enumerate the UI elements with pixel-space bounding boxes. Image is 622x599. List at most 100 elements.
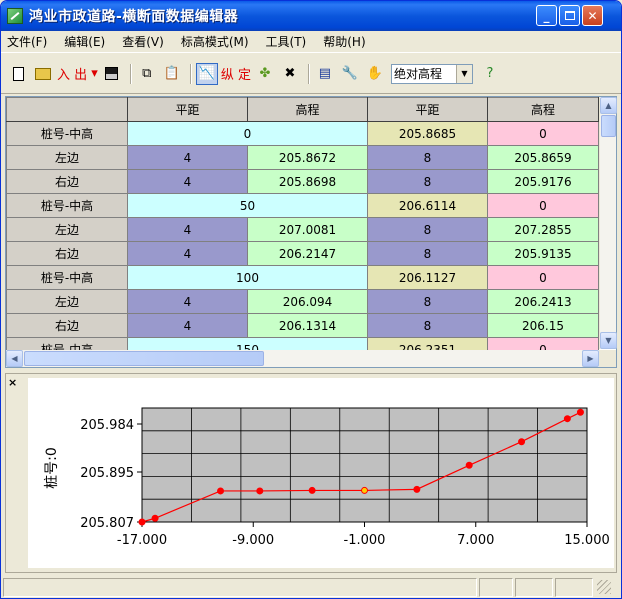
- y-axis-label: 桩号:0: [43, 447, 60, 489]
- help-icon: ?: [486, 66, 494, 81]
- column-header[interactable]: 高程: [247, 97, 368, 122]
- column-header[interactable]: 高程: [487, 97, 599, 122]
- center-elevation-cell[interactable]: 205.8685: [367, 121, 488, 146]
- table-row: 右边 4 205.8698 8 205.9176: [6, 169, 599, 194]
- paste-icon: 📋: [163, 66, 180, 81]
- status-bar: [1, 576, 621, 598]
- station-cell[interactable]: 50: [127, 193, 368, 218]
- row-header[interactable]: 左边: [6, 145, 128, 170]
- new-file-button[interactable]: [7, 63, 29, 85]
- row-header[interactable]: 左边: [6, 289, 128, 314]
- scroll-right-button[interactable]: ▶: [582, 350, 599, 367]
- column-header[interactable]: 平距: [127, 97, 248, 122]
- elevation-cell[interactable]: 207.2855: [487, 217, 599, 242]
- offset-cell[interactable]: 4: [127, 169, 248, 194]
- column-header[interactable]: 平距: [367, 97, 488, 122]
- menu-edit[interactable]: 编辑(E): [64, 33, 105, 50]
- table-row: 左边 4 207.0081 8 207.2855: [6, 217, 599, 242]
- corner-header: [6, 97, 128, 122]
- offset-cell[interactable]: 4: [127, 289, 248, 314]
- help-button[interactable]: ?: [479, 63, 501, 85]
- title-bar[interactable]: 鸿业市政道路-横断面数据编辑器 _ ✕: [1, 1, 621, 31]
- copy-button[interactable]: ⧉: [136, 63, 158, 85]
- toolbar: 入 出 ▾ ⧉ 📋 📉 纵 定 ✤ ✖ ▤ 🔧 ✋ 绝对高程 ▼ ?: [1, 54, 621, 94]
- menu-help[interactable]: 帮助(H): [323, 33, 365, 50]
- resize-grip-icon[interactable]: [597, 580, 611, 594]
- maximize-button[interactable]: [559, 5, 580, 26]
- elevation-cell[interactable]: 206.1314: [247, 313, 368, 338]
- import-export-button[interactable]: 入 出 ▾: [57, 63, 98, 85]
- table-row: 左边 4 206.094 8 206.2413: [6, 289, 599, 314]
- center-elevation-cell[interactable]: 206.1127: [367, 265, 488, 290]
- y-tick-label: 205.807: [80, 516, 134, 531]
- elevation-cell[interactable]: 205.8672: [247, 145, 368, 170]
- extra-cell[interactable]: 0: [487, 193, 599, 218]
- close-button[interactable]: ✕: [582, 5, 603, 26]
- horizontal-scrollbar[interactable]: ◀ ▶: [6, 350, 599, 367]
- elevation-cell[interactable]: 206.2147: [247, 241, 368, 266]
- station-cell[interactable]: 0: [127, 121, 368, 146]
- row-header[interactable]: 右边: [6, 169, 128, 194]
- elevation-cell[interactable]: 205.9176: [487, 169, 599, 194]
- offset-cell[interactable]: 8: [367, 145, 488, 170]
- offset-cell[interactable]: 4: [127, 241, 248, 266]
- scroll-left-button[interactable]: ◀: [6, 350, 23, 367]
- minimize-button[interactable]: _: [536, 5, 557, 26]
- offset-cell[interactable]: 8: [367, 169, 488, 194]
- elevation-cell[interactable]: 205.8659: [487, 145, 599, 170]
- row-header[interactable]: 右边: [6, 241, 128, 266]
- elevation-cell[interactable]: 207.0081: [247, 217, 368, 242]
- offset-cell[interactable]: 4: [127, 313, 248, 338]
- row-header[interactable]: 桩号-中高: [6, 265, 128, 290]
- settings-button[interactable]: ✖: [279, 63, 301, 85]
- table-row: 右边 4 206.1314 8 206.15: [6, 313, 599, 338]
- list-icon: ▤: [318, 66, 332, 81]
- menu-elevation-mode[interactable]: 标高模式(M): [181, 33, 249, 50]
- paste-button[interactable]: 📋: [161, 63, 183, 85]
- vertical-set-button[interactable]: 纵 定: [221, 63, 251, 85]
- row-header[interactable]: 右边: [6, 313, 128, 338]
- height-mode-select[interactable]: 绝对高程 ▼: [390, 63, 473, 84]
- scroll-up-button[interactable]: ▲: [600, 97, 617, 114]
- elevation-cell[interactable]: 206.094: [247, 289, 368, 314]
- tools-cross-icon: ✖: [284, 66, 296, 81]
- hand-button[interactable]: ✋: [364, 63, 386, 85]
- elevation-cell[interactable]: 206.2413: [487, 289, 599, 314]
- open-file-button[interactable]: [32, 63, 54, 85]
- wrench-button[interactable]: 🔧: [339, 63, 361, 85]
- menu-file[interactable]: 文件(F): [7, 33, 47, 50]
- table-row: 桩号-中高 100 206.1127 0: [6, 265, 599, 290]
- scroll-down-button[interactable]: ▼: [600, 332, 617, 349]
- row-header[interactable]: 桩号-中高: [6, 193, 128, 218]
- close-icon[interactable]: ×: [8, 376, 17, 389]
- extra-cell[interactable]: 0: [487, 265, 599, 290]
- horizontal-scroll-thumb[interactable]: [24, 351, 264, 366]
- offset-cell[interactable]: 4: [127, 217, 248, 242]
- chart-button[interactable]: 📉: [195, 62, 218, 85]
- row-header[interactable]: 桩号-中高: [6, 121, 128, 146]
- menu-view[interactable]: 查看(V): [122, 33, 164, 50]
- app-window: 鸿业市政道路-横断面数据编辑器 _ ✕ 文件(F) 编辑(E) 查看(V) 标高…: [0, 0, 622, 599]
- x-tick-label: 7.000: [457, 533, 494, 548]
- save-button[interactable]: [101, 63, 123, 85]
- list-button[interactable]: ▤: [314, 63, 336, 85]
- data-point: [308, 486, 316, 494]
- data-point: [465, 461, 473, 469]
- offset-cell[interactable]: 8: [367, 313, 488, 338]
- offset-cell[interactable]: 8: [367, 289, 488, 314]
- elevation-cell[interactable]: 205.9135: [487, 241, 599, 266]
- wizard-button[interactable]: ✤: [254, 63, 276, 85]
- extra-cell[interactable]: 0: [487, 121, 599, 146]
- vertical-scroll-thumb[interactable]: [601, 115, 616, 137]
- offset-cell[interactable]: 8: [367, 217, 488, 242]
- center-elevation-cell[interactable]: 206.6114: [367, 193, 488, 218]
- offset-cell[interactable]: 4: [127, 145, 248, 170]
- vertical-scrollbar[interactable]: ▲ ▼: [599, 97, 617, 349]
- offset-cell[interactable]: 8: [367, 241, 488, 266]
- station-cell[interactable]: 100: [127, 265, 368, 290]
- elevation-cell[interactable]: 205.8698: [247, 169, 368, 194]
- row-header[interactable]: 左边: [6, 217, 128, 242]
- chevron-down-icon[interactable]: ▼: [455, 64, 472, 83]
- elevation-cell[interactable]: 206.15: [487, 313, 599, 338]
- menu-tools[interactable]: 工具(T): [266, 33, 307, 50]
